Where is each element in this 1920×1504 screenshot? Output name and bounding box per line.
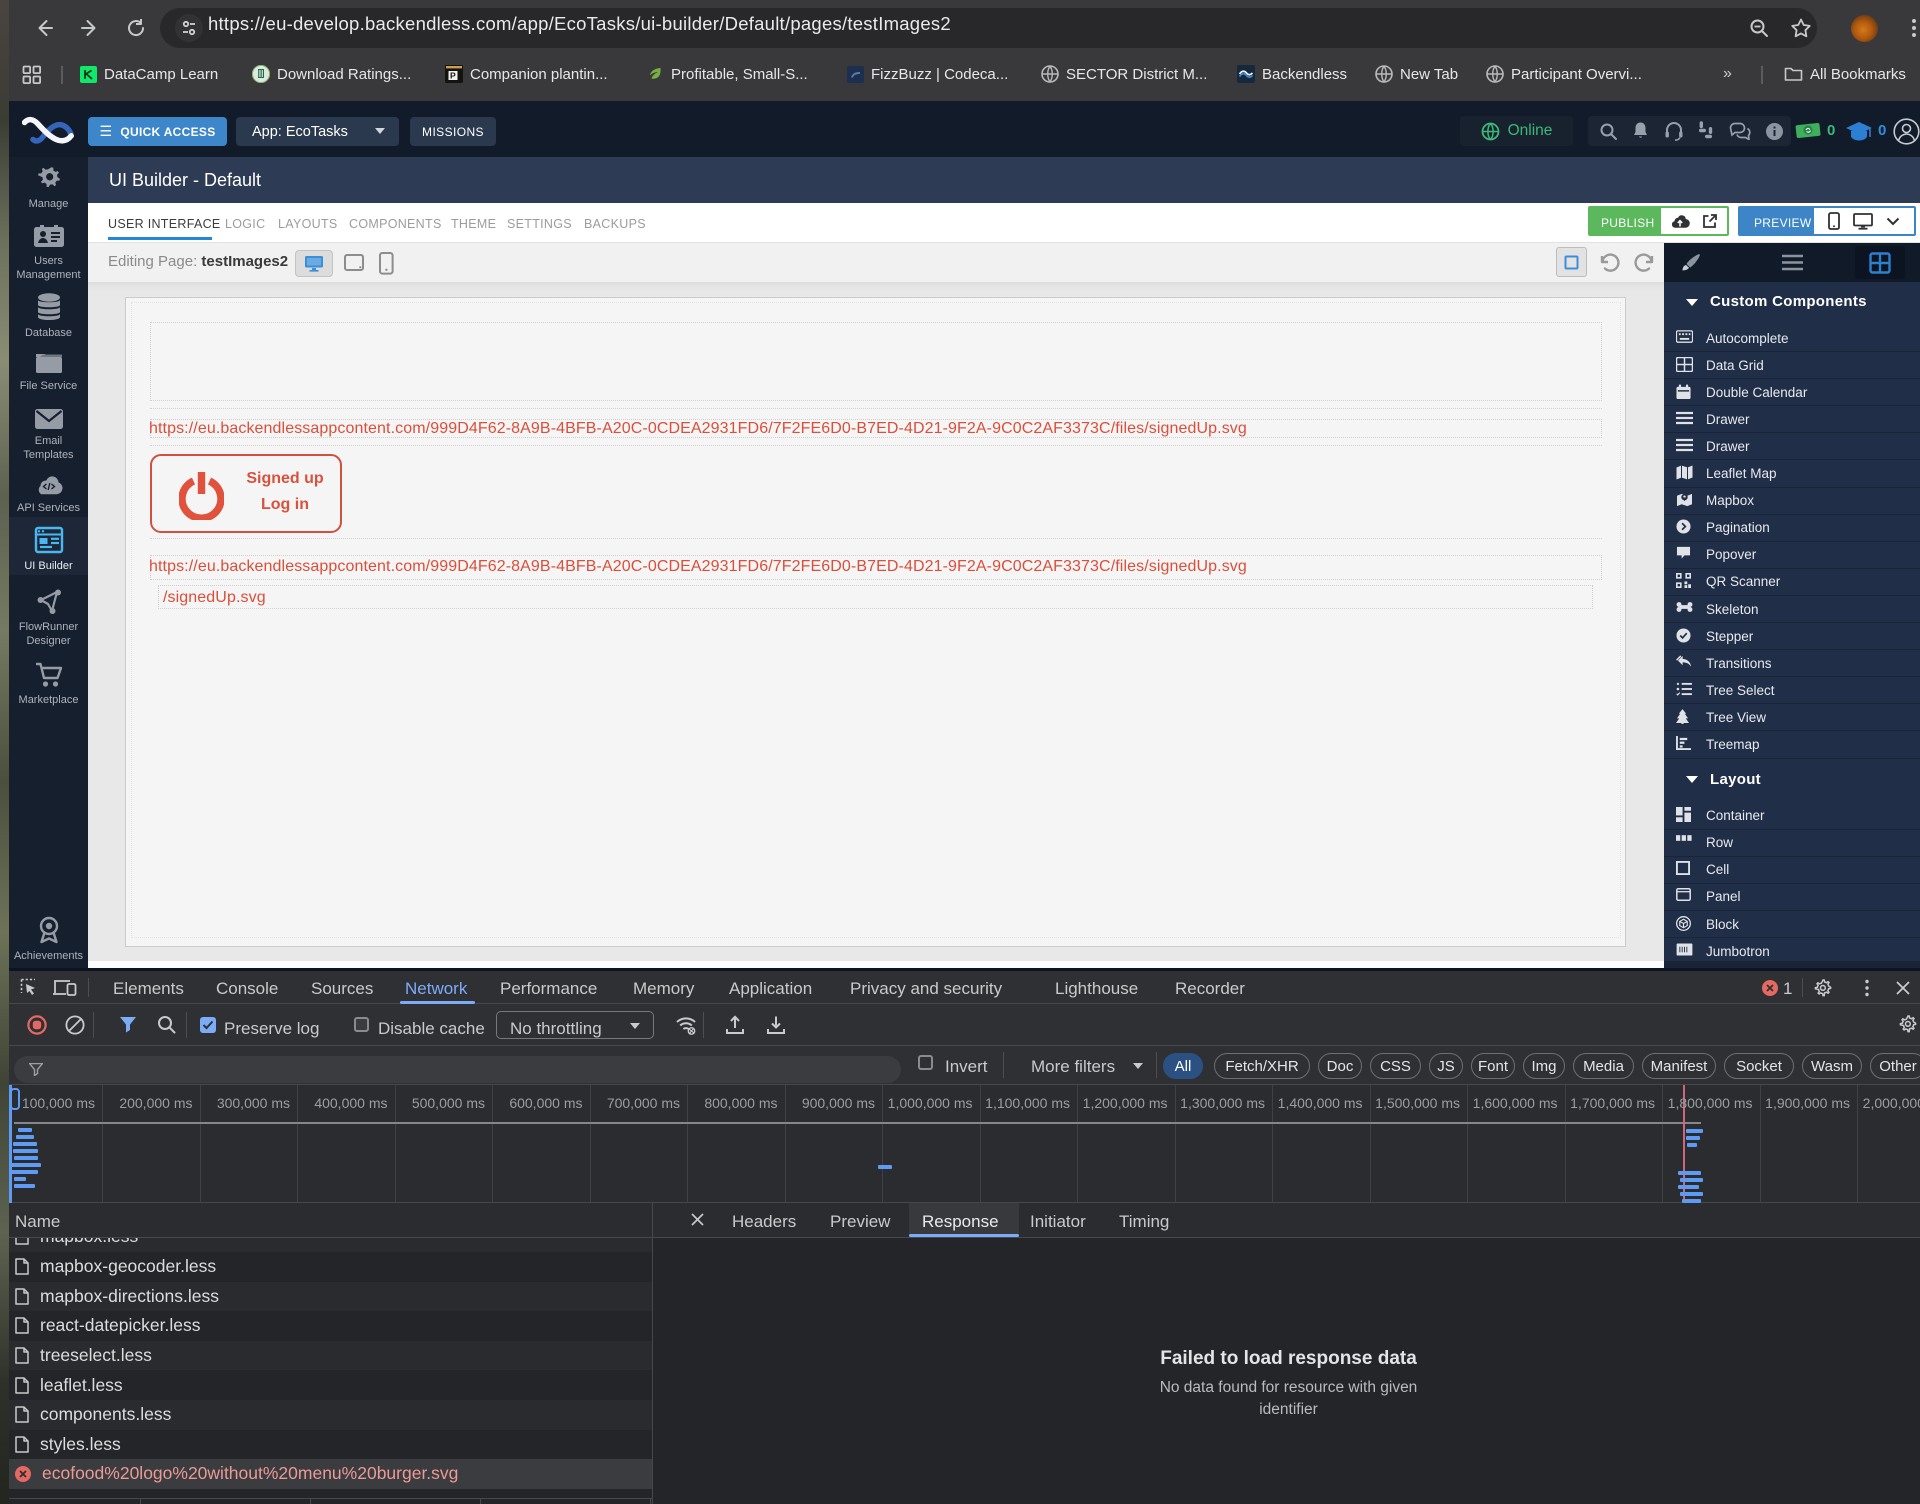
svg-text:P: P <box>450 71 456 81</box>
